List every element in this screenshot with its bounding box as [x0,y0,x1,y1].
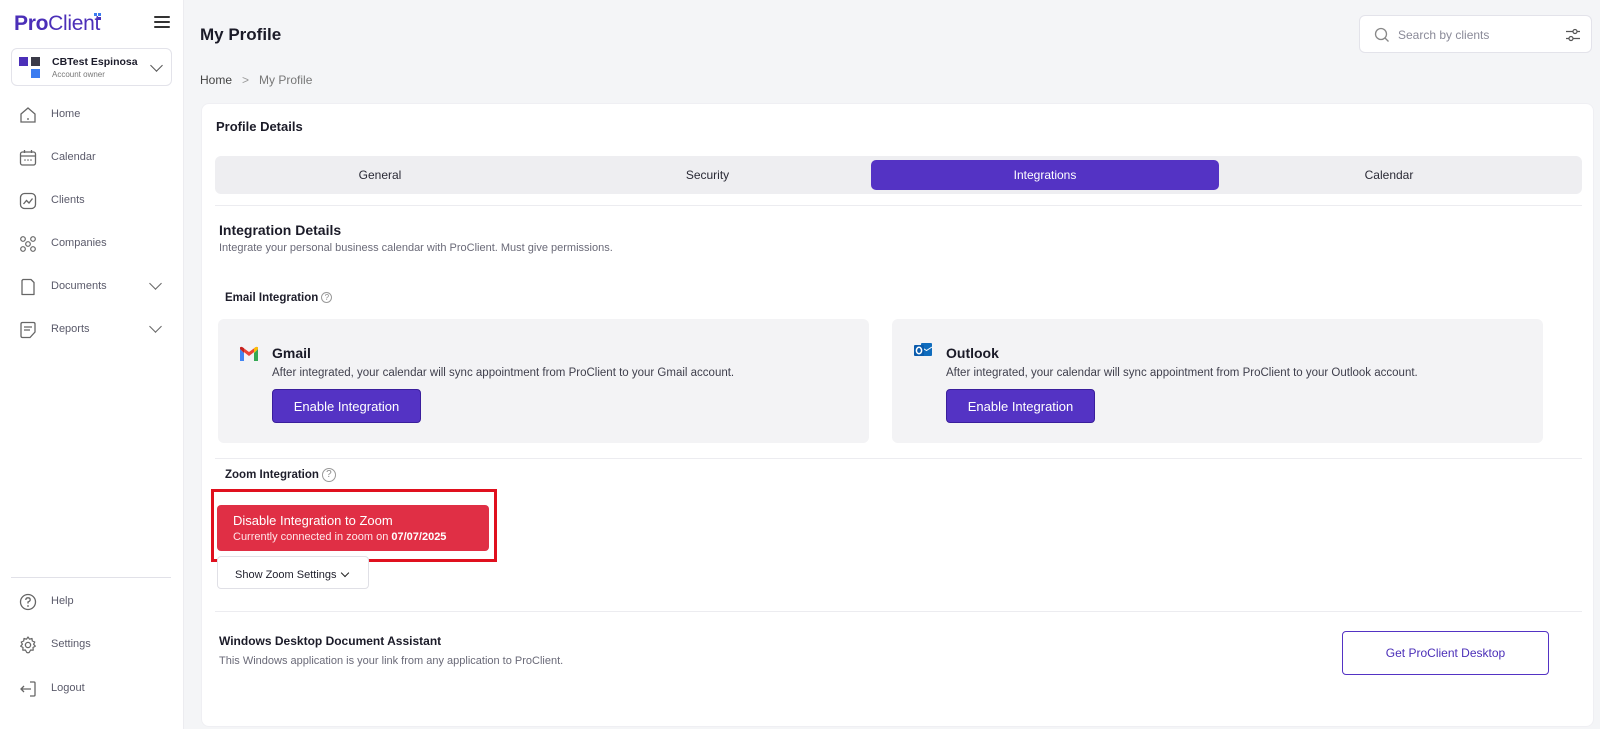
tabs-divider [215,205,1582,206]
breadcrumb-separator: > [242,73,250,87]
email-integration-label: Email Integration? [225,292,333,304]
sidebar-item-label: Logout [51,682,85,694]
outlook-name: Outlook [946,345,999,361]
show-zoom-settings-label: Show Zoom Settings [235,569,337,581]
tab-integrations[interactable]: Integrations [871,160,1219,190]
sidebar-item-label: Home [51,108,81,120]
question-mark-icon[interactable]: ? [321,468,336,482]
home-icon [20,107,36,123]
tab-security[interactable]: Security [545,156,870,194]
chevron-down-icon [149,320,162,333]
account-logo-icon [19,57,41,79]
search-box[interactable] [1359,15,1592,53]
logo-pro-text: Pro [14,12,49,35]
enable-outlook-integration-button[interactable]: Enable Integration [946,389,1095,423]
sidebar-item-label: Help [51,595,74,607]
zoom-integration-label: Zoom Integration? [225,468,336,482]
sidebar-item-label: Calendar [51,151,96,163]
documents-icon [21,278,35,296]
clients-icon [19,192,37,210]
proclient-logo[interactable]: ProClient [14,12,100,36]
sidebar-item-home[interactable]: Home [0,97,184,133]
integration-details-description: Integrate your personal business calenda… [219,242,613,254]
chevron-down-icon [149,277,162,290]
profile-tabs: General Security Integrations Calendar [215,156,1582,194]
enable-gmail-integration-button[interactable]: Enable Integration [272,389,421,423]
gmail-icon [240,346,258,361]
page-title: My Profile [200,25,282,44]
sidebar-item-logout[interactable]: Logout [0,671,184,707]
logout-icon [20,681,36,697]
sidebar-item-documents[interactable]: Documents [0,269,184,305]
sidebar: ProClient CBTest Espinosa Account owner … [0,0,184,729]
reports-icon [20,321,36,339]
tab-calendar[interactable]: Calendar [1219,156,1559,194]
desktop-assistant-title: Windows Desktop Document Assistant [219,634,442,648]
breadcrumb: Home > My Profile [200,73,312,87]
tab-general[interactable]: General [215,156,545,194]
get-proclient-desktop-button[interactable]: Get ProClient Desktop [1342,631,1549,675]
highlight-box [211,489,497,562]
outlook-integration-panel: Outlook After integrated, your calendar … [892,319,1543,443]
sidebar-divider [11,577,171,578]
sidebar-item-help[interactable]: Help [0,584,184,620]
gmail-integration-panel: Gmail After integrated, your calendar wi… [218,319,869,443]
question-mark-icon[interactable]: ? [321,292,333,303]
outlook-icon [914,343,933,356]
sidebar-item-label: Clients [51,194,85,206]
chevron-down-icon [340,568,349,578]
sidebar-item-calendar[interactable]: Calendar [0,140,184,176]
zoom-integration-text: Zoom Integration [225,469,319,481]
sidebar-item-label: Companies [51,237,107,249]
calendar-icon [19,150,37,166]
logo-dots-icon [94,13,102,21]
gmail-description: After integrated, your calendar will syn… [272,367,735,379]
show-zoom-settings-button[interactable]: Show Zoom Settings [217,556,369,589]
gear-icon [20,636,36,654]
gmail-name: Gmail [272,345,311,361]
section-divider [215,611,1582,612]
desktop-assistant-description: This Windows application is your link fr… [219,655,564,667]
sidebar-item-label: Reports [51,323,90,335]
search-icon [1374,27,1389,42]
breadcrumb-home-link[interactable]: Home [200,73,232,87]
profile-details-card: Profile Details General Security Integra… [201,103,1594,727]
sidebar-item-label: Settings [51,638,91,650]
help-icon [19,593,37,611]
logo-client-text: Client [48,12,100,35]
sidebar-item-settings[interactable]: Settings [0,627,184,663]
filter-sliders-icon[interactable] [1565,27,1581,43]
profile-details-title: Profile Details [216,119,303,134]
sidebar-item-reports[interactable]: Reports [0,312,184,348]
breadcrumb-current: My Profile [259,73,313,87]
outlook-description: After integrated, your calendar will syn… [946,367,1418,379]
section-divider [215,458,1582,459]
hamburger-menu-icon[interactable] [154,16,170,30]
email-integration-text: Email Integration [225,292,319,304]
integration-details-title: Integration Details [219,222,342,238]
sidebar-item-label: Documents [51,280,107,292]
sidebar-item-clients[interactable]: Clients [0,183,184,219]
chevron-down-icon [150,59,163,72]
account-name: CBTest Espinosa [52,56,138,68]
account-switcher[interactable]: CBTest Espinosa Account owner [11,48,172,86]
search-input[interactable] [1398,26,1548,44]
account-role: Account owner [52,70,105,79]
sidebar-item-companies[interactable]: Companies [0,226,184,262]
companies-icon [20,236,36,252]
